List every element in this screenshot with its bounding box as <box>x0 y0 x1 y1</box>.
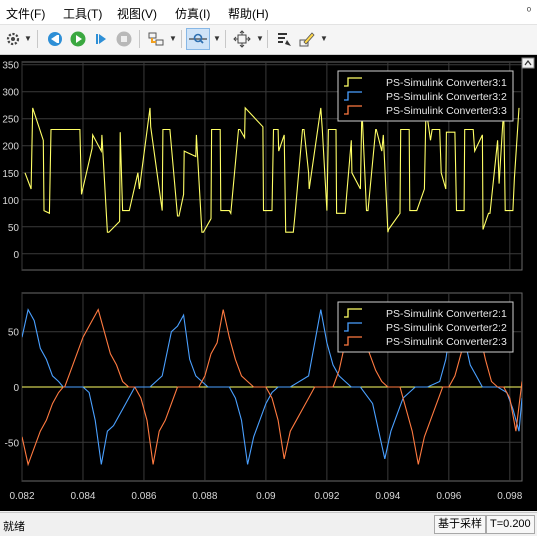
xtick-label: 0.096 <box>436 491 461 502</box>
xtick-label: 0.088 <box>192 491 217 502</box>
run-icon[interactable] <box>68 28 88 50</box>
xtick-label: 0.09 <box>256 491 276 502</box>
plot1-ytick-label: 350 <box>2 61 19 72</box>
zoom-dropdown-icon[interactable]: ▼ <box>213 34 221 43</box>
settings-dropdown-icon[interactable]: ▼ <box>24 34 32 43</box>
xtick-label: 0.082 <box>9 491 34 502</box>
sample-mode-indicator: 基于采样 <box>434 515 486 534</box>
menu-simulation[interactable]: 仿真(I) <box>175 5 210 22</box>
plot1-legend-label: PS-Simulink Converter3:3 <box>386 105 507 117</box>
xtick-label: 0.092 <box>314 491 339 502</box>
toolbar-separator <box>37 30 38 48</box>
xtick-label: 0.084 <box>70 491 95 502</box>
x-axis: 0.082 0.084 0.086 0.088 0.09 0.092 0.094 0.096 0… <box>9 491 522 502</box>
plot1-ytick-label: 300 <box>2 88 19 99</box>
style-dropdown-icon[interactable]: ▼ <box>320 34 328 43</box>
settings-icon[interactable] <box>4 28 22 50</box>
plot1-legend[interactable]: PS-Simulink Converter3:1 PS-Simulink Conv… <box>337 70 514 122</box>
stop-icon[interactable] <box>114 28 134 50</box>
plot1-legend-label: PS-Simulink Converter3:2 <box>386 91 507 103</box>
zoom-x-icon[interactable] <box>186 28 210 50</box>
menu-view[interactable]: 视图(V) <box>117 5 157 22</box>
plot2-legend[interactable]: PS-Simulink Converter2:1 PS-Simulink Conv… <box>337 301 514 353</box>
highlight-dropdown-icon[interactable]: ▼ <box>169 34 177 43</box>
toolbar-separator <box>139 30 140 48</box>
stop-back-icon[interactable] <box>45 28 65 50</box>
plot1-ytick-label: 250 <box>2 115 19 126</box>
plot-converter3[interactable]: 350 300 250 200 150 100 50 0 PS-Simulink Convert… <box>2 61 523 271</box>
plot1-ytick-label: 100 <box>2 196 19 207</box>
scope-display: 350 300 250 200 150 100 50 0 PS-Simulink Convert… <box>0 55 537 511</box>
menu-tools[interactable]: 工具(T) <box>63 5 102 22</box>
plot1-ytick-label: 200 <box>2 142 19 153</box>
menu-file[interactable]: 文件(F) <box>6 5 45 22</box>
autoscale-icon[interactable] <box>232 28 252 50</box>
xtick-label: 0.098 <box>497 491 522 502</box>
xtick-label: 0.094 <box>375 491 400 502</box>
plot2-legend-label: PS-Simulink Converter2:1 <box>386 308 507 320</box>
step-forward-icon[interactable] <box>91 28 111 50</box>
style-icon[interactable] <box>297 28 317 50</box>
status-bar: 就绪 基于采样 T=0.200 <box>0 512 537 536</box>
menu-bar: 文件(F) 工具(T) 视图(V) 仿真(I) 帮助(H) ᵒ <box>0 0 537 25</box>
plot-converter2[interactable]: 500-50PS-Simulink Converter2:1PS-Simulin… <box>5 292 523 482</box>
undock-icon[interactable] <box>521 57 535 69</box>
toolbar-separator <box>181 30 182 48</box>
status-text: 就绪 <box>3 521 25 533</box>
toolbar: ▼ ▼ ▼ ▼ ▼ <box>0 25 537 55</box>
scope-plots: 350 300 250 200 150 100 50 0 PS-Simulink Convert… <box>2 57 535 502</box>
sim-time-indicator: T=0.200 <box>486 515 535 534</box>
plot2-ytick-label: -50 <box>5 438 20 449</box>
plot1-ytick-label: 50 <box>8 223 20 234</box>
cursor-measure-icon[interactable] <box>274 28 294 50</box>
autoscale-dropdown-icon[interactable]: ▼ <box>256 34 264 43</box>
menu-help[interactable]: 帮助(H) <box>228 5 269 22</box>
plot2-legend-label: PS-Simulink Converter2:2 <box>386 322 507 334</box>
plot2-ytick-label: 50 <box>8 328 20 339</box>
toolbar-separator <box>225 30 226 48</box>
plot2-legend-label: PS-Simulink Converter2:3 <box>386 336 507 348</box>
highlight-icon[interactable] <box>146 28 166 50</box>
xtick-label: 0.086 <box>131 491 156 502</box>
plot1-ytick-label: 150 <box>2 169 19 180</box>
plot1-ytick-label: 0 <box>13 250 19 261</box>
plot1-legend-label: PS-Simulink Converter3:1 <box>386 77 507 89</box>
toolbar-separator <box>267 30 268 48</box>
plot2-ytick-label: 0 <box>13 383 19 394</box>
pin-icon[interactable]: ᵒ <box>527 5 531 17</box>
